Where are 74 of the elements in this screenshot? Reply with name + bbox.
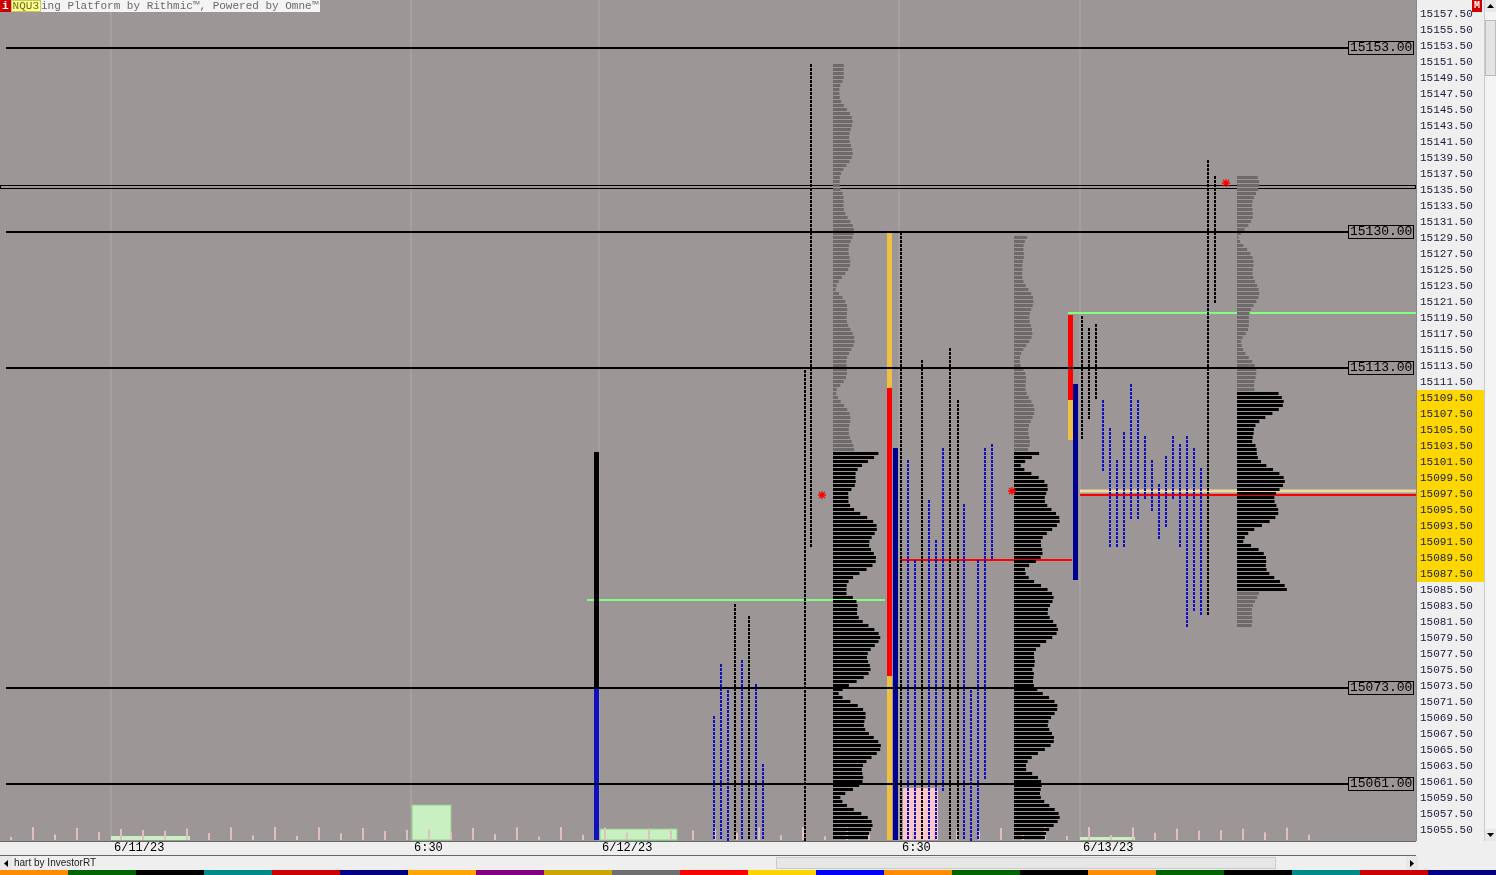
level-price-label: 15113.00 <box>1348 361 1415 375</box>
price-label: 15075.50 <box>1419 663 1474 678</box>
price-label: 15149.50 <box>1419 71 1474 86</box>
price-label: 15127.50 <box>1419 247 1474 262</box>
price-label: 15137.50 <box>1419 167 1474 182</box>
level-price-label: 15153.00 <box>1348 41 1415 55</box>
price-label: 15147.50 <box>1419 87 1474 102</box>
price-label: 15145.50 <box>1419 103 1474 118</box>
price-label: 15103.50 <box>1417 438 1484 454</box>
price-label: 15059.50 <box>1419 791 1474 806</box>
info-badge[interactable]: i <box>0 0 11 12</box>
price-label: 15129.50 <box>1419 231 1474 246</box>
price-label: 15115.50 <box>1419 343 1474 358</box>
price-label: 15077.50 <box>1419 647 1474 662</box>
price-label: 15061.50 <box>1419 775 1474 790</box>
price-label: 15135.50 <box>1419 183 1474 198</box>
price-label: 15155.50 <box>1419 23 1474 38</box>
price-label: 15119.50 <box>1419 311 1474 326</box>
price-label: 15141.50 <box>1419 135 1474 150</box>
price-label: 15063.50 <box>1419 759 1474 774</box>
price-label: 15071.50 <box>1419 695 1474 710</box>
price-label: 15101.50 <box>1417 454 1484 470</box>
time-axis-label: 6/11/23 <box>114 842 165 855</box>
scroll-right-icon[interactable] <box>1406 856 1419 870</box>
scroll-left-icon[interactable] <box>0 856 12 870</box>
level-price-label: 15130.00 <box>1348 225 1415 239</box>
price-label: 15113.50 <box>1419 359 1474 374</box>
scroll-up-icon[interactable] <box>1485 0 1496 12</box>
price-label: 15117.50 <box>1419 327 1474 342</box>
price-label: 15057.50 <box>1419 807 1474 822</box>
price-label: 15139.50 <box>1419 151 1474 166</box>
price-label: 15093.50 <box>1417 518 1484 534</box>
price-label: 15067.50 <box>1419 727 1474 742</box>
price-label: 15125.50 <box>1419 263 1474 278</box>
price-label: 15097.50 <box>1417 486 1484 502</box>
corner-badge[interactable]: M <box>1472 0 1482 12</box>
price-label: 15065.50 <box>1419 743 1474 758</box>
price-label: 15073.50 <box>1419 679 1474 694</box>
vertical-scrollbar[interactable] <box>1484 0 1496 841</box>
price-label: 15087.50 <box>1417 566 1484 582</box>
window-title: ing Platform by Rithmic™, Powered by Omne™ <box>41 0 321 12</box>
price-label: 15151.50 <box>1419 55 1474 70</box>
level-price-label: 15061.00 <box>1348 777 1415 791</box>
price-label: 15079.50 <box>1419 631 1474 646</box>
price-label: 15105.50 <box>1417 422 1484 438</box>
price-label: 15055.50 <box>1419 823 1474 838</box>
price-label: 15121.50 <box>1419 295 1474 310</box>
price-label: 15095.50 <box>1417 502 1484 518</box>
time-axis-label: 6:30 <box>414 842 443 855</box>
price-label: 15069.50 <box>1419 711 1474 726</box>
time-axis-label: 6/13/23 <box>1083 842 1134 855</box>
price-label: 15143.50 <box>1419 119 1474 134</box>
price-label: 15089.50 <box>1417 550 1484 566</box>
price-label: 15081.50 <box>1419 615 1474 630</box>
price-label: 15157.50 <box>1419 7 1474 22</box>
horizontal-scrollbar-thumb[interactable] <box>776 857 1277 869</box>
price-label: 15123.50 <box>1419 279 1474 294</box>
price-label: 15133.50 <box>1419 199 1474 214</box>
price-label: 15099.50 <box>1417 470 1484 486</box>
time-axis-label: 6:30 <box>902 842 931 855</box>
scroll-down-icon[interactable] <box>1485 829 1496 841</box>
price-label: 15109.50 <box>1417 390 1484 406</box>
chart-credit: hart by InvestorRT <box>14 858 97 868</box>
price-label: 15111.50 <box>1419 375 1474 390</box>
price-label: 15107.50 <box>1417 406 1484 422</box>
scrollbar-thumb[interactable] <box>1485 20 1496 76</box>
price-label: 15091.50 <box>1417 534 1484 550</box>
price-label: 15083.50 <box>1419 599 1474 614</box>
time-axis-label: 6/12/23 <box>602 842 653 855</box>
level-price-label: 15073.00 <box>1348 681 1415 695</box>
price-label: 15131.50 <box>1419 215 1474 230</box>
price-label: 15085.50 <box>1419 583 1474 598</box>
price-label: 15153.50 <box>1419 39 1474 54</box>
symbol-tag: NQU3 <box>10 0 41 12</box>
